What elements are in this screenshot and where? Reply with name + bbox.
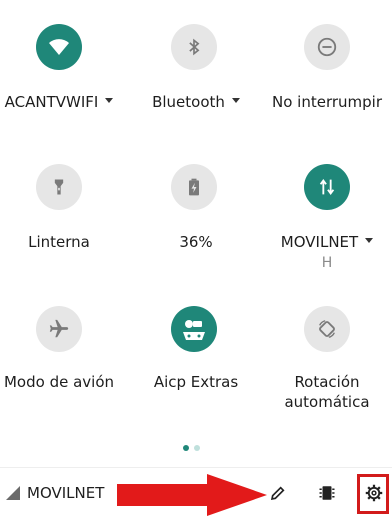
tile-do-not-disturb[interactable]: No interrumpir xyxy=(262,24,392,114)
page-dot-active[interactable] xyxy=(183,445,189,451)
flashlight-icon xyxy=(54,179,64,195)
airplane-icon xyxy=(49,319,69,338)
flashlight-toggle[interactable] xyxy=(36,164,82,210)
wifi-caret-icon[interactable] xyxy=(105,98,114,103)
bluetooth-icon xyxy=(189,38,200,56)
settings-gear-icon[interactable] xyxy=(365,484,383,502)
page-indicator xyxy=(183,445,200,451)
carrier-name: MOVILNET xyxy=(27,484,105,502)
aicp-extras-icon xyxy=(183,320,205,340)
sim-card-icon[interactable] xyxy=(318,484,336,502)
dnd-toggle[interactable] xyxy=(304,24,350,70)
aicp-extras-label: Aicp Extras xyxy=(153,373,239,391)
network-type-label: H xyxy=(321,255,333,271)
flashlight-label: Linterna xyxy=(28,233,90,251)
edit-pencil-icon[interactable] xyxy=(270,485,286,501)
tile-bluetooth[interactable]: Bluetooth xyxy=(131,24,261,114)
airplane-toggle[interactable] xyxy=(36,306,82,352)
tile-mobile-data[interactable]: MOVILNET H xyxy=(262,164,392,274)
tile-battery[interactable]: 36% xyxy=(131,164,261,254)
tile-wifi[interactable]: ACANTVWIFI xyxy=(0,24,124,114)
red-arrow-annotation xyxy=(117,474,267,516)
airplane-label: Modo de avión xyxy=(3,373,115,391)
mobile-data-caret-icon[interactable] xyxy=(365,238,374,243)
bluetooth-label: Bluetooth xyxy=(152,93,225,111)
tile-flashlight[interactable]: Linterna xyxy=(0,164,124,254)
tile-auto-rotate[interactable]: Rotación automática xyxy=(262,306,392,416)
mobile-data-icon xyxy=(319,179,335,195)
tile-aicp-extras[interactable]: Aicp Extras xyxy=(131,306,261,396)
auto-rotate-label: Rotación automática xyxy=(284,373,370,411)
wifi-toggle[interactable] xyxy=(36,24,82,70)
bluetooth-label-row[interactable]: Bluetooth xyxy=(131,92,261,112)
battery-toggle[interactable] xyxy=(171,164,217,210)
page-dot-inactive[interactable] xyxy=(194,445,200,451)
mobile-data-label-row[interactable]: MOVILNET xyxy=(262,232,392,252)
dnd-label: No interrumpir xyxy=(272,93,382,111)
signal-strength-icon xyxy=(6,486,20,500)
mobile-data-toggle[interactable] xyxy=(304,164,350,210)
tile-airplane-mode[interactable]: Modo de avión xyxy=(0,306,124,396)
mobile-data-label: MOVILNET xyxy=(280,233,359,251)
wifi-label: ACANTVWIFI xyxy=(4,93,99,111)
wifi-label-row[interactable]: ACANTVWIFI xyxy=(0,92,124,112)
battery-label: 36% xyxy=(179,233,213,251)
wifi-icon xyxy=(49,39,69,55)
bluetooth-caret-icon[interactable] xyxy=(231,98,240,103)
bluetooth-toggle[interactable] xyxy=(171,24,217,70)
aicp-extras-toggle[interactable] xyxy=(171,306,217,352)
auto-rotate-icon xyxy=(319,320,335,338)
battery-charging-icon xyxy=(189,178,199,196)
auto-rotate-toggle[interactable] xyxy=(304,306,350,352)
do-not-disturb-icon xyxy=(317,37,337,57)
